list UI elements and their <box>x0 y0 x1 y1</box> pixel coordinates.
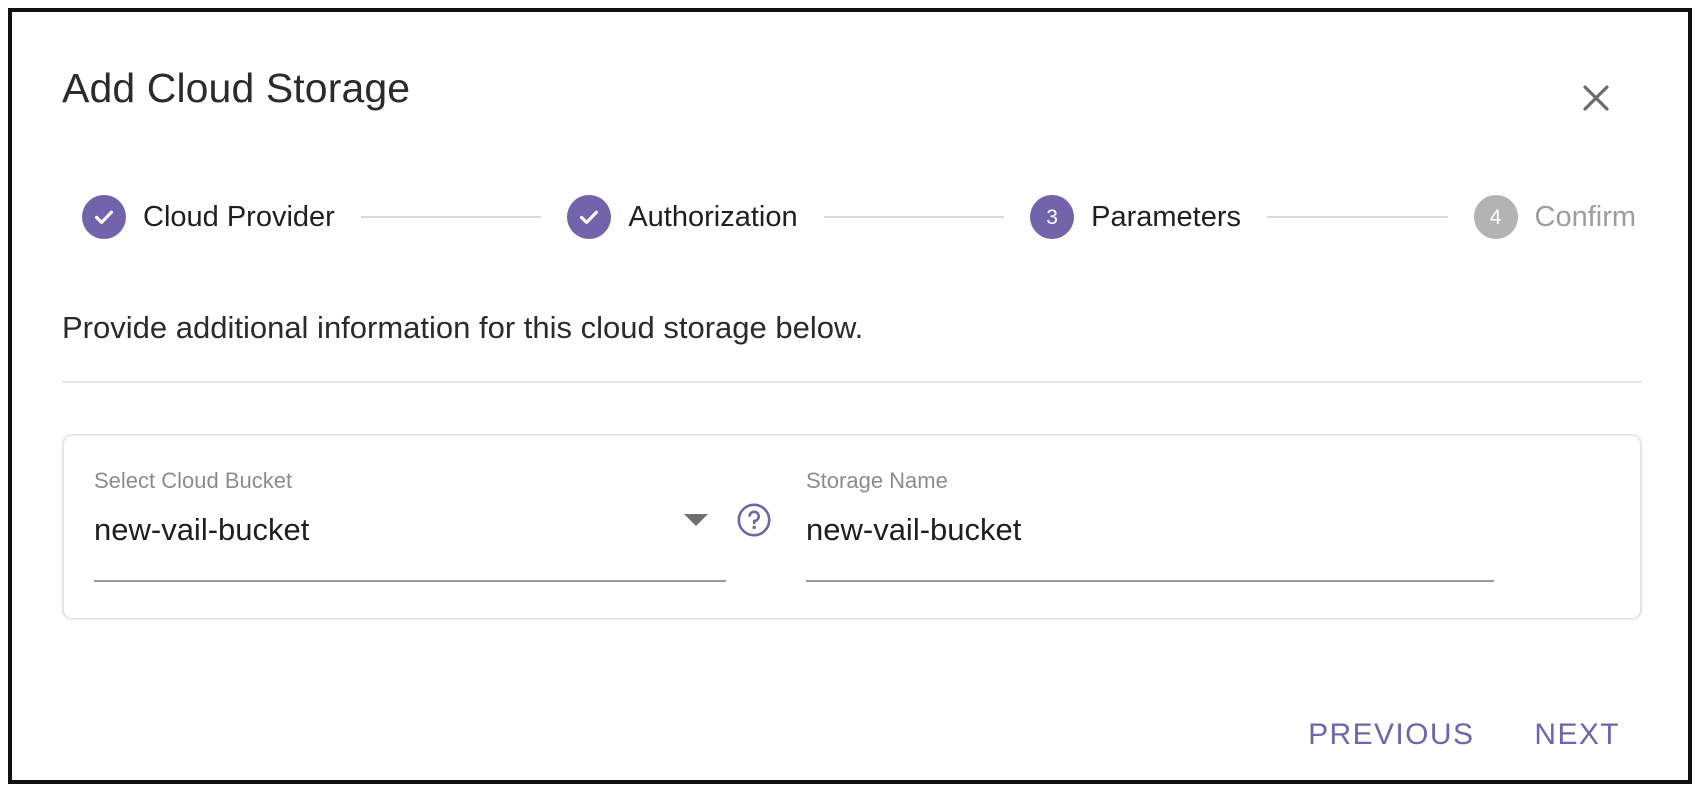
stepper-connector <box>1267 216 1448 218</box>
storage-name-underline <box>806 580 1494 582</box>
select-cloud-bucket-underline <box>94 580 726 582</box>
stepper-step-parameters[interactable]: 3 Parameters <box>1030 195 1241 239</box>
storage-name-label: Storage Name <box>806 468 948 493</box>
step-number-badge: 4 <box>1473 195 1518 239</box>
stepper-step-label: Confirm <box>1534 200 1637 233</box>
select-cloud-bucket-field: Select Cloud Bucket new-vail-bucket <box>94 468 726 582</box>
previous-button[interactable]: PREVIOUS <box>1286 712 1496 758</box>
stepper-step-authorization[interactable]: Authorization <box>567 195 798 239</box>
storage-name-input[interactable]: new-vail-bucket <box>806 514 1494 545</box>
select-cloud-bucket-label: Select Cloud Bucket <box>94 468 293 493</box>
stepper-step-label: Authorization <box>628 200 798 233</box>
stepper-step-label: Parameters <box>1091 200 1241 233</box>
stepper-connector <box>823 216 1005 218</box>
step-number-badge: 3 <box>1030 195 1075 239</box>
close-icon <box>1576 78 1616 118</box>
chevron-down-icon[interactable] <box>684 514 708 526</box>
dialog-footer: PREVIOUS NEXT <box>1286 712 1642 758</box>
stepper-connector <box>360 216 542 218</box>
parameters-form-card: Select Cloud Bucket new-vail-bucket Stor… <box>62 434 1642 620</box>
select-cloud-bucket-value[interactable]: new-vail-bucket <box>94 514 726 545</box>
stepper-step-label: Cloud Provider <box>143 200 335 233</box>
step-number: 3 <box>1046 205 1058 229</box>
step-status-check-icon <box>567 195 612 239</box>
stepper: Cloud Provider Authorization 3 Parameter… <box>82 195 1636 239</box>
stepper-step-cloud-provider[interactable]: Cloud Provider <box>82 195 335 239</box>
dialog-description: Provide additional information for this … <box>62 310 864 345</box>
next-button[interactable]: NEXT <box>1512 712 1642 758</box>
storage-name-field: Storage Name new-vail-bucket <box>806 468 1494 582</box>
stepper-step-confirm[interactable]: 4 Confirm <box>1473 195 1637 239</box>
help-circle-icon[interactable] <box>736 502 772 538</box>
step-number: 4 <box>1489 205 1502 229</box>
page-title: Add Cloud Storage <box>62 65 411 111</box>
header-divider <box>62 381 1642 383</box>
dialog-header: Add Cloud Storage <box>58 12 1642 132</box>
close-button[interactable] <box>1572 74 1620 122</box>
add-cloud-storage-dialog: Add Cloud Storage Cloud Provider Authori… <box>8 8 1692 784</box>
step-status-check-icon <box>82 195 126 239</box>
